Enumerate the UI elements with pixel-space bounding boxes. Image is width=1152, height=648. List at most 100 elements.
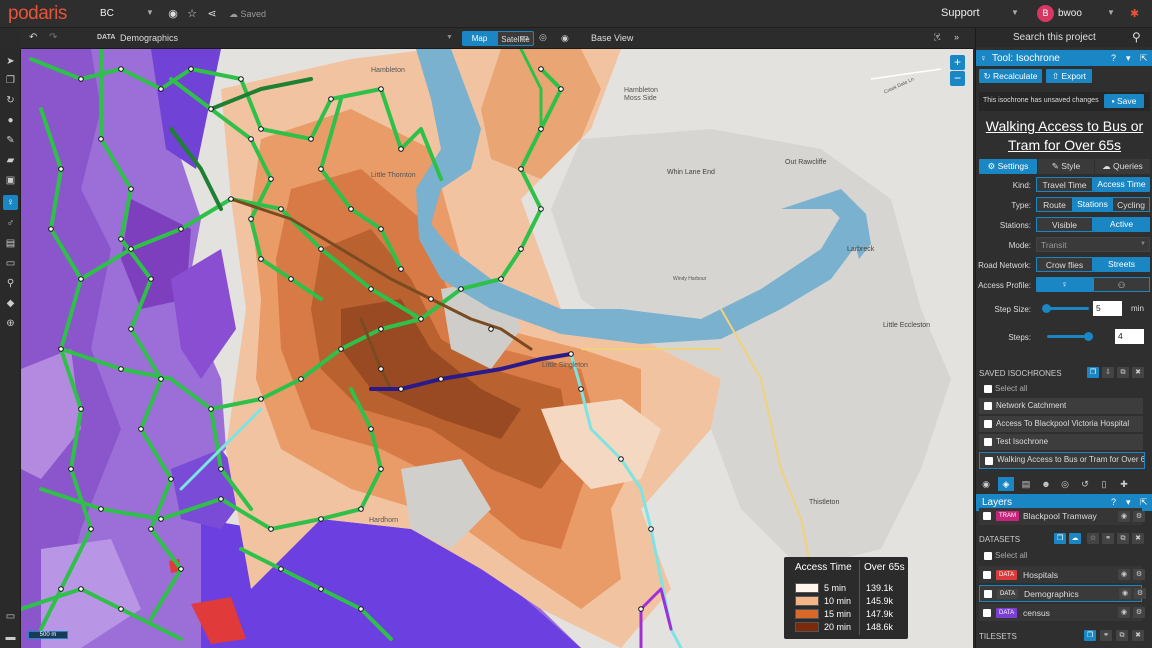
steps-slider[interactable]: [1047, 335, 1089, 338]
checkbox[interactable]: [984, 402, 992, 410]
eraser-icon[interactable]: ▰: [3, 153, 18, 168]
bus-icon[interactable]: ▣: [3, 173, 18, 188]
duplicate-icon[interactable]: ⧉: [1117, 533, 1129, 544]
checkbox[interactable]: [983, 609, 991, 617]
duplicate-icon[interactable]: ⧉: [1116, 630, 1128, 641]
link-icon[interactable]: ⚭: [1100, 630, 1112, 641]
list-item-selected[interactable]: Walking Access to Bus or Tram for Over 6…: [979, 452, 1145, 469]
puzzle-icon[interactable]: ✚: [1116, 477, 1132, 491]
link-icon[interactable]: ⚭: [1102, 533, 1114, 544]
ruler-icon[interactable]: ▭: [3, 256, 18, 271]
person-icon[interactable]: ♂: [3, 216, 18, 231]
steps-input[interactable]: 4: [1115, 329, 1144, 344]
target-icon[interactable]: ◎: [539, 32, 547, 43]
type-stations[interactable]: Stations: [1073, 197, 1112, 212]
share-icon[interactable]: ⋖: [205, 6, 219, 20]
redo-icon[interactable]: ↷: [49, 32, 57, 43]
project-selector[interactable]: BC: [100, 8, 114, 19]
gear-icon[interactable]: ⚙: [1134, 588, 1146, 599]
notification-icon[interactable]: ✱: [1130, 7, 1139, 20]
pencil-icon[interactable]: ✎: [3, 133, 18, 148]
chevron-down-icon[interactable]: ▼: [446, 34, 453, 41]
type-cycling[interactable]: Cycling: [1112, 197, 1150, 212]
mode-select[interactable]: Transit ▼: [1036, 237, 1150, 252]
select-all-checkbox[interactable]: [984, 552, 992, 560]
download-icon[interactable]: ⇩: [1102, 367, 1114, 378]
star-icon[interactable]: ☆: [1087, 533, 1099, 544]
export-button[interactable]: ⇧ Export: [1046, 69, 1092, 83]
profile-walk-button[interactable]: ♀: [1036, 277, 1093, 292]
step-size-slider[interactable]: [1047, 307, 1089, 310]
dataset-row[interactable]: DATA census ◉ ⚙: [979, 604, 1145, 621]
gear-icon[interactable]: ⚙: [1133, 569, 1145, 580]
list-item[interactable]: Test Isochrone: [979, 434, 1143, 450]
isochrone-title[interactable]: Walking Access to Bus or Tram for Over 65…: [979, 117, 1150, 155]
select-all-checkbox[interactable]: [984, 385, 992, 393]
layer-row[interactable]: TRAM Blackpool Tramway ◉ ⚙: [979, 508, 1145, 525]
podaris-logo[interactable]: podaris: [8, 3, 67, 25]
zoom-in-button[interactable]: +: [950, 55, 965, 70]
tab-style[interactable]: ✎ Style: [1038, 159, 1094, 174]
trash-icon[interactable]: ✖: [1132, 630, 1144, 641]
gear-icon[interactable]: ⚙: [1133, 511, 1145, 522]
kind-access-time[interactable]: Access Time: [1093, 177, 1150, 192]
fullscreen-icon[interactable]: ⛶: [934, 32, 940, 43]
globe-icon[interactable]: ⊕: [3, 316, 18, 331]
dataset-row[interactable]: DATA Hospitals ◉ ⚙: [979, 566, 1145, 583]
road-streets[interactable]: Streets: [1093, 257, 1150, 272]
project-search[interactable]: Search this project ⚲: [976, 28, 1152, 47]
history-icon[interactable]: ↺: [1077, 477, 1093, 491]
globe-icon[interactable]: ◉: [978, 477, 994, 491]
dataset-selector[interactable]: Demographics: [120, 33, 178, 43]
tab-settings[interactable]: ⚙ Settings: [979, 159, 1037, 174]
map-canvas[interactable]: Hambleton Hambleton Moss Side Whin Lane …: [21, 49, 973, 648]
save-button[interactable]: ▪ Save: [1104, 94, 1144, 108]
type-route[interactable]: Route: [1036, 197, 1073, 212]
stations-active[interactable]: Active: [1093, 217, 1150, 232]
copy-icon[interactable]: ❐: [3, 73, 18, 88]
support-menu[interactable]: Support: [941, 7, 980, 19]
dataset-row-selected[interactable]: DATA Demographics ◉ ⚙: [979, 585, 1146, 602]
profile-cycle-button[interactable]: ⚇: [1093, 277, 1150, 292]
search-icon[interactable]: ⚲: [3, 276, 18, 291]
trash-icon[interactable]: ✖: [1132, 533, 1144, 544]
list-item[interactable]: Access To Blackpool Victoria Hospital: [979, 416, 1143, 432]
checkbox[interactable]: [985, 457, 993, 465]
tab-queries[interactable]: ☁ Queries: [1095, 159, 1150, 174]
user-menu[interactable]: bwoo: [1058, 8, 1082, 19]
checkbox[interactable]: [984, 438, 992, 446]
checkbox[interactable]: [983, 571, 991, 579]
cloud-icon[interactable]: ☁: [1069, 533, 1081, 544]
kind-travel-time[interactable]: Travel Time: [1036, 177, 1093, 192]
copy-icon[interactable]: ❐: [1087, 367, 1099, 378]
trash-icon[interactable]: ✖: [1132, 367, 1144, 378]
chat-icon[interactable]: ▬: [3, 630, 18, 645]
monitor-icon[interactable]: ▭: [520, 32, 529, 43]
zoom-out-button[interactable]: −: [950, 71, 965, 86]
chevron-down-icon[interactable]: ▼: [1011, 8, 1019, 17]
globe-icon[interactable]: ◉: [166, 6, 180, 20]
popout-icon[interactable]: ⇱: [1140, 497, 1148, 508]
users-icon[interactable]: ☻: [1038, 477, 1054, 491]
comment-icon[interactable]: ▤: [3, 236, 18, 251]
copy-icon[interactable]: ❐: [1054, 533, 1066, 544]
layers-icon[interactable]: ◈: [998, 477, 1014, 491]
eye-icon[interactable]: ◉: [1118, 569, 1130, 580]
avatar[interactable]: B: [1037, 5, 1054, 22]
search-icon[interactable]: ⚲: [1132, 30, 1141, 44]
map-view-button[interactable]: Map: [462, 31, 497, 46]
eye-icon[interactable]: ◉: [1118, 607, 1130, 618]
chevron-down-icon[interactable]: ▾: [1126, 53, 1131, 64]
device-icon[interactable]: ▯: [1096, 477, 1112, 491]
collapse-panel-icon[interactable]: »: [954, 32, 959, 42]
marker-icon[interactable]: ●: [3, 113, 18, 128]
duplicate-icon[interactable]: ⧉: [1117, 367, 1129, 378]
select-arrow-icon[interactable]: ➤: [3, 54, 18, 69]
step-size-input[interactable]: 5: [1093, 301, 1122, 316]
stations-visible[interactable]: Visible: [1036, 217, 1093, 232]
recalculate-button[interactable]: ↻ Recalculate: [979, 69, 1042, 83]
chevron-down-icon[interactable]: ▾: [1126, 497, 1131, 508]
help-icon[interactable]: ?: [1111, 53, 1116, 63]
star-icon[interactable]: ☆: [185, 6, 199, 20]
eye-icon[interactable]: ◉: [1119, 588, 1131, 599]
